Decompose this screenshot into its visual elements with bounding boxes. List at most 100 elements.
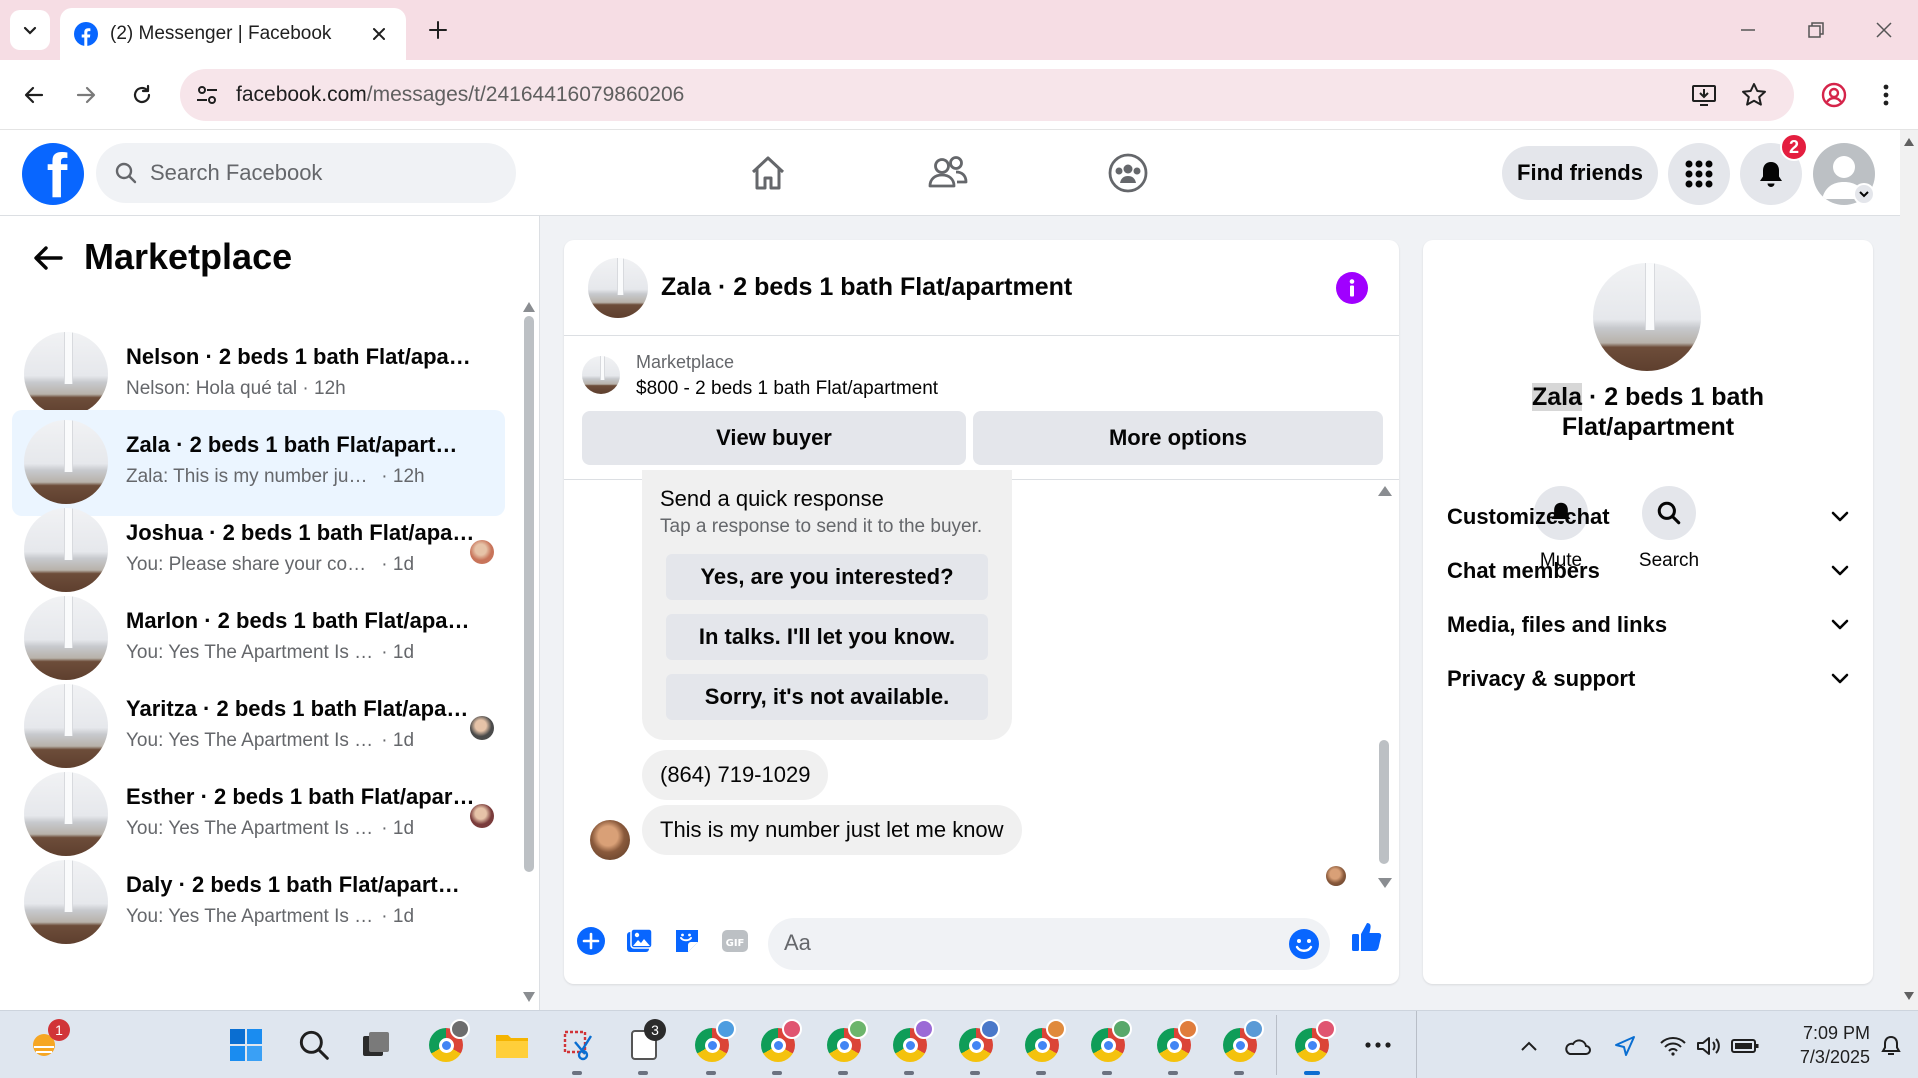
quick-response-option[interactable]: Sorry, it's not available. [666, 674, 988, 720]
nav-friends[interactable] [920, 148, 976, 198]
close-window-button[interactable] [1862, 12, 1906, 48]
task-view-button[interactable] [354, 1023, 398, 1067]
onedrive-icon[interactable] [1562, 1031, 1592, 1061]
reload-button[interactable] [122, 75, 162, 115]
panel-title: Marketplace [84, 236, 293, 277]
conversation-info-button[interactable] [1336, 272, 1368, 304]
find-friends-button[interactable]: Find friends [1502, 146, 1658, 200]
taskbar-clock[interactable]: 7:09 PM 7/3/2025 [1760, 1021, 1870, 1069]
quick-response-option[interactable]: Yes, are you interested? [666, 554, 988, 600]
taskbar-app-chrome-4[interactable] [888, 1019, 934, 1075]
taskbar-app-chrome-8[interactable] [1152, 1019, 1198, 1075]
page-scrollbar[interactable] [1900, 130, 1918, 1010]
facebook-logo[interactable]: f [22, 143, 84, 205]
chat-preview: Nelson: Hola qué tal [126, 378, 298, 399]
arrow-left-icon [34, 246, 63, 270]
details-section-row[interactable]: Privacy & support [1441, 654, 1855, 704]
quick-response-option[interactable]: In talks. I'll let you know. [666, 614, 988, 660]
scroll-down-arrow[interactable] [1378, 878, 1392, 888]
view-buyer-button[interactable]: View buyer [582, 411, 966, 465]
search-taskbar-button[interactable] [292, 1023, 336, 1067]
weather-widget[interactable]: 1 [24, 1019, 70, 1067]
chat-avatar [24, 596, 108, 680]
notes-app-button[interactable]: 3 [622, 1019, 666, 1075]
conversation-title[interactable]: Zala · 2 beds 1 bath Flat/apartment [661, 273, 1072, 302]
wifi-icon[interactable] [1658, 1031, 1688, 1061]
details-section-label: Customize chat [1447, 504, 1610, 529]
message-input-box[interactable] [768, 918, 1330, 970]
account-menu-caret[interactable] [1853, 183, 1875, 205]
close-icon [373, 28, 385, 40]
back-button[interactable] [14, 75, 54, 115]
chat-time: · 12h [302, 378, 346, 399]
search-input[interactable] [150, 160, 470, 186]
back-button[interactable] [26, 236, 70, 280]
bookmark-star-icon[interactable] [1740, 81, 1768, 109]
chat-preview-line: Nelson: Hola qué tal · 12h [126, 378, 456, 400]
nav-groups[interactable] [1100, 148, 1156, 198]
site-settings-icon[interactable] [194, 82, 220, 108]
location-icon[interactable] [1610, 1031, 1640, 1061]
facebook-search[interactable] [96, 143, 516, 203]
nav-home[interactable] [740, 148, 796, 198]
new-tab-button[interactable] [418, 12, 458, 48]
scroll-up-arrow[interactable] [1378, 486, 1392, 496]
details-avatar[interactable] [1593, 263, 1701, 371]
tab-search-button[interactable] [10, 10, 50, 50]
file-explorer-button[interactable] [490, 1023, 534, 1067]
listing-title[interactable]: $800 - 2 beds 1 bath Flat/apartment [636, 378, 938, 400]
taskbar-app-chrome-7[interactable] [1086, 1019, 1132, 1075]
snipping-tool-button[interactable] [556, 1023, 600, 1075]
chat-list-scroll-thumb[interactable] [524, 316, 534, 872]
menu-button[interactable] [1668, 143, 1730, 205]
listing-thumbnail[interactable] [582, 356, 620, 394]
taskbar-app-chrome-3[interactable] [822, 1019, 868, 1075]
chrome-menu-button[interactable] [1866, 75, 1906, 115]
taskbar-app-chrome-active[interactable] [1290, 1019, 1336, 1075]
taskbar-app-chrome-6[interactable] [1020, 1019, 1066, 1075]
emoji-button[interactable] [1288, 928, 1320, 960]
sticker-button[interactable] [670, 924, 704, 958]
like-button[interactable] [1350, 920, 1384, 954]
taskbar-app-chrome-5[interactable] [954, 1019, 1000, 1075]
tab-close-button[interactable] [364, 19, 394, 49]
read-receipt-avatar [470, 804, 494, 828]
taskbar-overflow-button[interactable] [1356, 1023, 1400, 1067]
install-app-icon[interactable] [1690, 81, 1718, 109]
clock-date: 7/3/2025 [1799, 1047, 1870, 1067]
forward-button[interactable] [66, 75, 106, 115]
gif-button[interactable]: GIF [718, 924, 752, 958]
taskbar-app-chrome-2[interactable] [756, 1019, 802, 1075]
message-bubble[interactable]: (864) 719-1029 [642, 750, 829, 800]
taskbar-app-chrome-pinned[interactable] [424, 1019, 470, 1067]
volume-icon[interactable] [1694, 1031, 1724, 1061]
attach-photo-button[interactable] [622, 924, 656, 958]
conversation-avatar[interactable] [588, 258, 648, 318]
chrome-profile-button[interactable] [1814, 75, 1854, 115]
minimize-button[interactable] [1726, 12, 1770, 48]
more-options-button[interactable]: More options [973, 411, 1383, 465]
chat-avatar [24, 332, 108, 416]
taskbar-app-chrome-1[interactable] [690, 1019, 736, 1075]
address-bar[interactable]: facebook.com/messages/t/2416441607986020… [180, 69, 1794, 121]
taskbar-app-chrome-9[interactable] [1218, 1019, 1264, 1075]
restore-button[interactable] [1794, 12, 1838, 48]
chevron-down-icon [1831, 619, 1849, 630]
active-tab[interactable]: (2) Messenger | Facebook [60, 8, 406, 60]
details-section-row[interactable]: Chat members [1441, 546, 1855, 596]
chat-list-item[interactable]: Daly · 2 beds 1 bath Flat/apartment You: … [12, 850, 505, 956]
notification-center-button[interactable] [1876, 1031, 1906, 1061]
start-button[interactable] [224, 1023, 268, 1067]
show-hidden-icons-button[interactable] [1514, 1031, 1544, 1061]
message-bubble[interactable]: This is my number just let me know [642, 805, 1022, 855]
details-section-row[interactable]: Media, files and links [1441, 600, 1855, 650]
battery-icon[interactable] [1730, 1031, 1760, 1061]
details-name-line2: Flat/apartment [1561, 413, 1735, 441]
details-section-label: Privacy & support [1447, 666, 1636, 691]
more-actions-button[interactable] [574, 924, 608, 958]
sender-avatar[interactable] [590, 820, 630, 860]
details-section-row[interactable]: Customize chat [1441, 492, 1855, 542]
chat-avatar [24, 684, 108, 768]
message-scroll-thumb[interactable] [1379, 740, 1389, 864]
message-input[interactable] [784, 930, 1244, 956]
